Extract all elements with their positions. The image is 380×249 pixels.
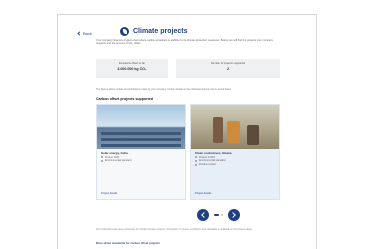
back-label: Back [83, 31, 92, 36]
bullet-icon [195, 159, 197, 162]
leaf-icon [120, 27, 129, 36]
stat-label: Number of projects supported [210, 62, 246, 65]
project-details-link[interactable]: Project details [195, 192, 211, 195]
project-detail: Positive impact [195, 163, 275, 167]
chevron-right-icon[interactable] [227, 209, 240, 221]
carousel-pager [197, 209, 240, 221]
bullet-icon [101, 156, 103, 159]
person-figure [213, 117, 223, 143]
standards-link[interactable]: More about standards for carbon offset p… [96, 241, 160, 245]
stat-label: Emissions offset so far [118, 62, 146, 65]
back-link[interactable]: Back [77, 31, 92, 36]
footer-text: All contributions are used exclusively f… [96, 228, 253, 231]
stat-value: 2 [227, 67, 229, 71]
page-dot[interactable] [220, 214, 223, 216]
section-title: Carbon offset projects supported [96, 97, 153, 101]
page-title: Climate projects [133, 28, 188, 35]
info-note: The figures above include all contributi… [96, 88, 232, 91]
stat-emissions-offset: Emissions offset so far 4.000.000 kg CO₂ [96, 59, 168, 78]
project-card[interactable]: Clean cookstoves, Ghana Project: 10118 E… [190, 104, 280, 200]
project-details-link[interactable]: Project details [101, 192, 117, 195]
project-detail: Environmental standard [101, 159, 181, 163]
pagination-dots [214, 214, 223, 216]
page-dot-active[interactable] [214, 214, 219, 216]
project-image-cookstoves [191, 105, 279, 149]
project-card[interactable]: Solar energy, India Project: 9211 Enviro… [96, 104, 186, 200]
chevron-left-icon[interactable] [197, 209, 209, 221]
person-figure [247, 125, 259, 145]
bullet-icon [195, 163, 197, 166]
solar-panel-row [101, 138, 181, 141]
intro-text: Your company finances projects that redu… [96, 39, 274, 46]
stat-projects-supported: Number of projects supported 2 [176, 59, 280, 78]
bullet-icon [195, 156, 197, 159]
solar-panel-row [101, 144, 181, 147]
stat-value: 4.000.000 kg CO₂ [117, 67, 147, 71]
bullet-icon [101, 159, 103, 162]
person-figure [227, 121, 240, 143]
project-image-solar [97, 105, 185, 149]
chevron-left-icon [77, 31, 82, 36]
solar-panel-row [101, 132, 181, 135]
page-header: Climate projects [120, 27, 187, 36]
